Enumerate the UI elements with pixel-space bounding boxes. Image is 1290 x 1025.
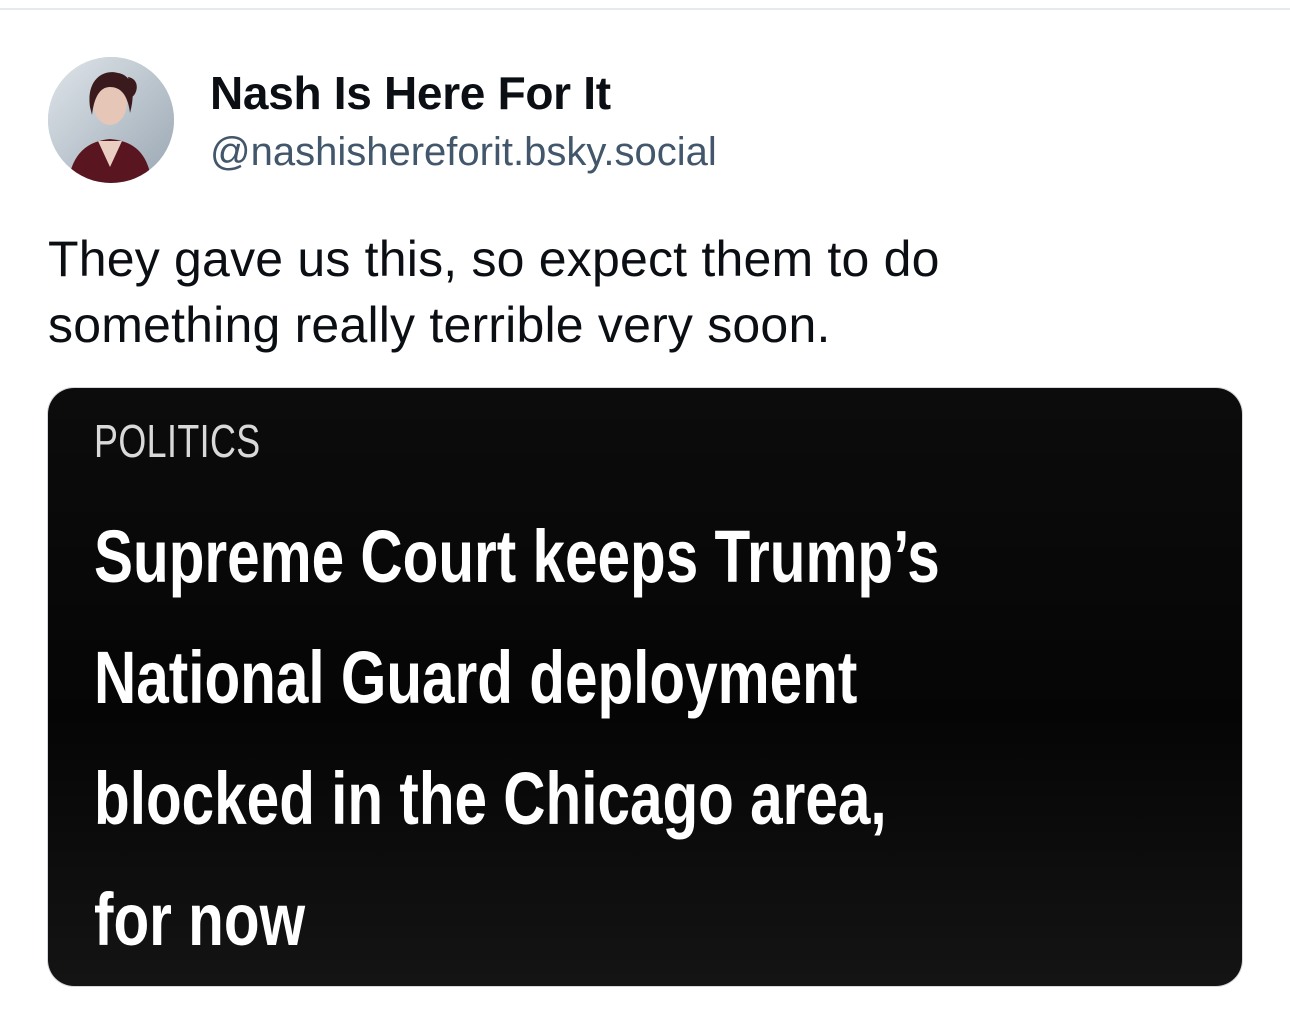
embed-category-label: POLITICS <box>94 415 261 467</box>
embed-headline-line: for now <box>94 878 306 961</box>
avatar[interactable] <box>48 57 174 183</box>
post-text-line: They gave us this, so expect them to do <box>48 231 940 287</box>
embed-headline-line: National Guard deployment <box>94 636 858 719</box>
author-handle[interactable]: @nashishereforit.bsky.social <box>210 130 717 175</box>
post-text: They gave us this, so expect them to do … <box>48 226 1228 358</box>
post-text-line: something really terrible very soon. <box>48 297 831 353</box>
embed-headline: Supreme Court keeps Trump’s National Gua… <box>94 496 1232 980</box>
embed-headline-line: Supreme Court keeps Trump’s <box>94 515 940 598</box>
author-display-name[interactable]: Nash Is Here For It <box>210 66 611 120</box>
avatar-portrait-icon <box>48 57 174 183</box>
post: Nash Is Here For It @nashishereforit.bsk… <box>0 0 1290 1025</box>
embed-headline-line: blocked in the Chicago area, <box>94 757 887 840</box>
embedded-image[interactable]: POLITICS Supreme Court keeps Trump’s Nat… <box>48 388 1242 986</box>
